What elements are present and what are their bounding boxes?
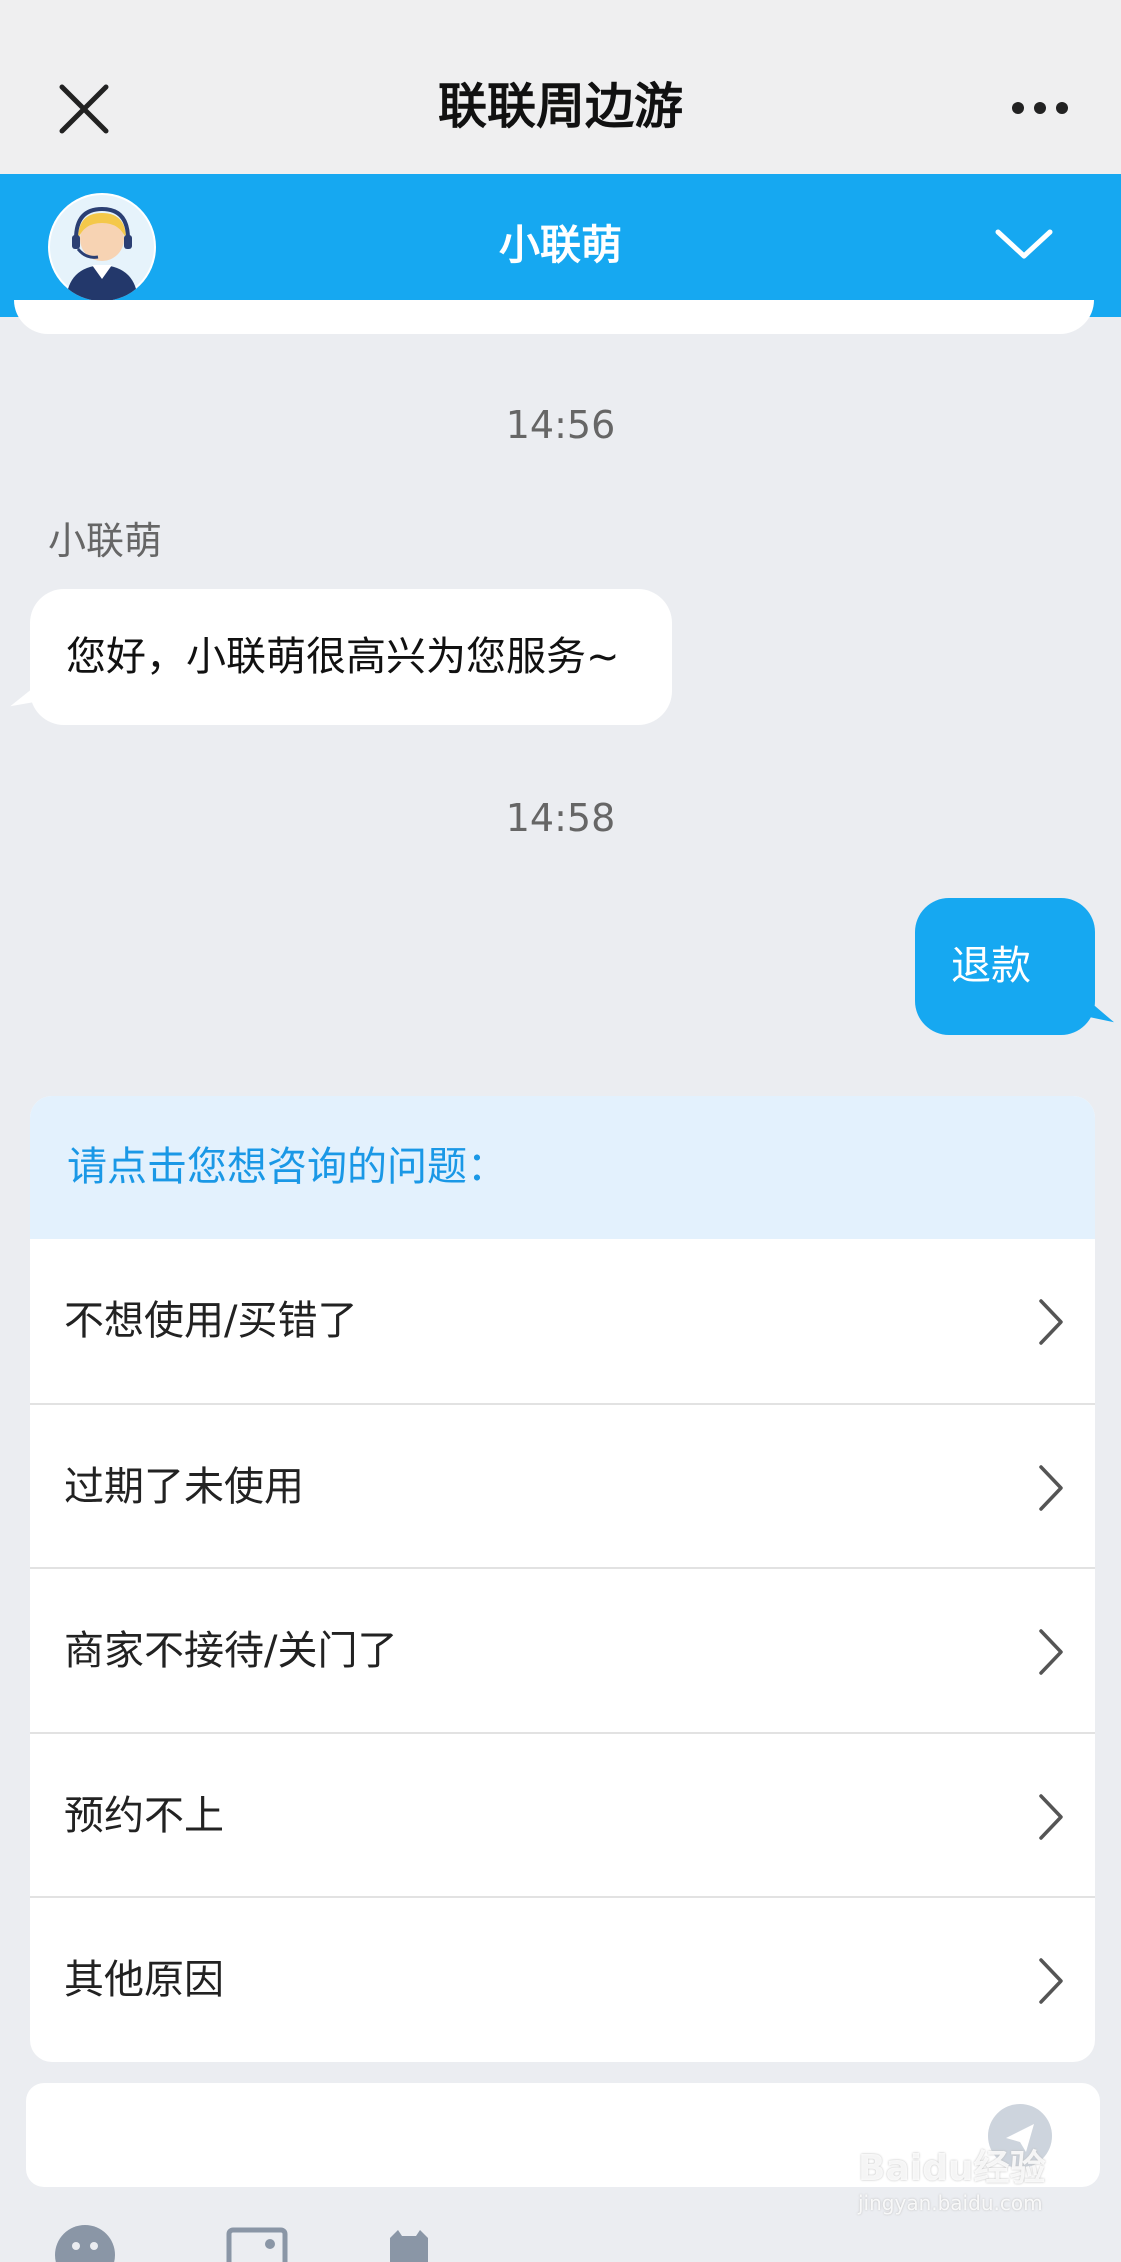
user-message-text: 退款 (951, 943, 1031, 989)
top-nav-bar: 联联周边游 (0, 0, 1121, 174)
image-icon[interactable] (226, 2222, 288, 2262)
question-option[interactable]: 商家不接待/关门了 (30, 1567, 1095, 1731)
order-icon[interactable] (384, 2222, 434, 2262)
watermark-url: jingyan.baidu.com (858, 2191, 1043, 2215)
watermark: Baidu经验 jingyan.baidu.com (858, 2148, 1088, 2238)
bubble-tail (1070, 989, 1120, 1023)
chevron-right-icon (1039, 1629, 1063, 1675)
chevron-right-icon (1039, 1465, 1063, 1511)
watermark-brand: Baidu经验 (858, 2148, 1046, 2189)
agent-header: 小联萌 (0, 174, 1121, 317)
sender-name: 小联萌 (48, 519, 163, 563)
chevron-right-icon (1039, 1299, 1063, 1345)
question-option-label: 不想使用/买错了 (64, 1298, 358, 1344)
previous-message-bubble (14, 300, 1094, 334)
question-option-label: 预约不上 (64, 1793, 224, 1839)
emoji-icon[interactable] (54, 2222, 116, 2262)
agent-message-text: 您好，小联萌很高兴为您服务~ (66, 634, 620, 680)
question-option-label: 其他原因 (64, 1957, 224, 2003)
question-card-header: 请点击您想咨询的问题： (30, 1096, 1095, 1239)
more-icon[interactable] (1010, 100, 1070, 116)
question-option[interactable]: 过期了未使用 (30, 1403, 1095, 1567)
timestamp: 14:58 (505, 796, 616, 840)
question-card: 请点击您想咨询的问题： 不想使用/买错了 过期了未使用 商家不接待/关门了 预约… (30, 1096, 1095, 2062)
question-option-label: 商家不接待/关门了 (64, 1628, 398, 1674)
question-card-title: 请点击您想咨询的问题： (67, 1144, 507, 1190)
question-option[interactable]: 预约不上 (30, 1732, 1095, 1896)
chevron-right-icon (1039, 1794, 1063, 1840)
question-option-label: 过期了未使用 (64, 1464, 304, 1510)
question-option[interactable]: 其他原因 (30, 1896, 1095, 2060)
chevron-right-icon (1039, 1958, 1063, 2004)
agent-name: 小联萌 (499, 221, 622, 269)
bubble-tail (6, 677, 50, 707)
timestamp: 14:56 (505, 403, 616, 447)
question-option[interactable]: 不想使用/买错了 (30, 1239, 1095, 1403)
chevron-down-icon[interactable] (994, 224, 1054, 264)
agent-message-bubble: 您好，小联萌很高兴为您服务~ (6, 589, 672, 725)
user-message-bubble: 退款 (915, 898, 1120, 1035)
